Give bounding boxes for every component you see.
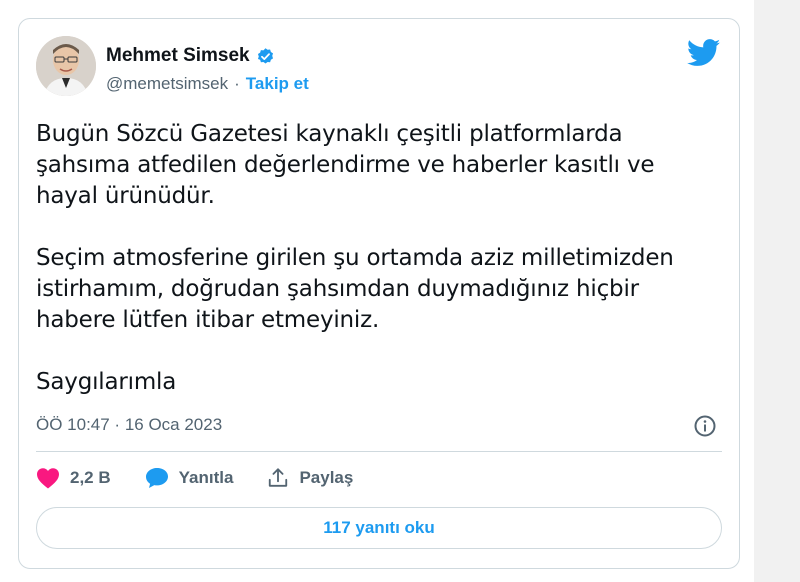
reply-bubble-icon bbox=[145, 467, 169, 489]
author-name-row: Mehmet Simsek bbox=[106, 45, 275, 67]
reply-label: Yanıtla bbox=[178, 468, 234, 487]
tweet-paragraph-1: Bugün Sözcü Gazetesi kaynaklı çeşitli pl… bbox=[36, 121, 655, 209]
author-name[interactable]: Mehmet Simsek bbox=[106, 45, 250, 67]
author-handle-row: @memetsimsek · Takip et bbox=[106, 74, 309, 94]
reply-button[interactable]: Yanıtla bbox=[145, 467, 234, 489]
avatar[interactable] bbox=[36, 36, 96, 96]
tweet-card: Mehmet Simsek @memetsimsek · Takip et Bu… bbox=[18, 18, 740, 569]
like-button[interactable]: 2,2 B bbox=[36, 467, 111, 489]
like-count: 2,2 B bbox=[70, 468, 111, 487]
share-icon bbox=[267, 467, 289, 489]
page-side-strip bbox=[754, 0, 800, 582]
tweet-timestamp[interactable]: ÖÖ 10:47 · 16 Oca 2023 bbox=[36, 415, 222, 435]
author-handle[interactable]: @memetsimsek bbox=[106, 74, 228, 94]
handle-separator: · bbox=[234, 74, 240, 93]
action-bar: 2,2 B Yanıtla Paylaş bbox=[36, 467, 387, 489]
info-icon[interactable] bbox=[693, 414, 717, 438]
heart-icon bbox=[36, 467, 60, 489]
follow-link[interactable]: Takip et bbox=[246, 74, 309, 94]
read-replies-button[interactable]: 117 yanıtı oku bbox=[36, 507, 722, 549]
tweet-text: Bugün Sözcü Gazetesi kaynaklı çeşitli pl… bbox=[36, 119, 716, 398]
divider bbox=[36, 451, 722, 452]
tweet-paragraph-2: Seçim atmosferine girilen şu ortamda azi… bbox=[36, 245, 674, 333]
share-button[interactable]: Paylaş bbox=[267, 467, 353, 489]
tweet-paragraph-3: Saygılarımla bbox=[36, 369, 177, 395]
verified-icon bbox=[256, 47, 275, 66]
twitter-bird-icon[interactable] bbox=[686, 39, 721, 67]
share-label: Paylaş bbox=[299, 468, 354, 487]
